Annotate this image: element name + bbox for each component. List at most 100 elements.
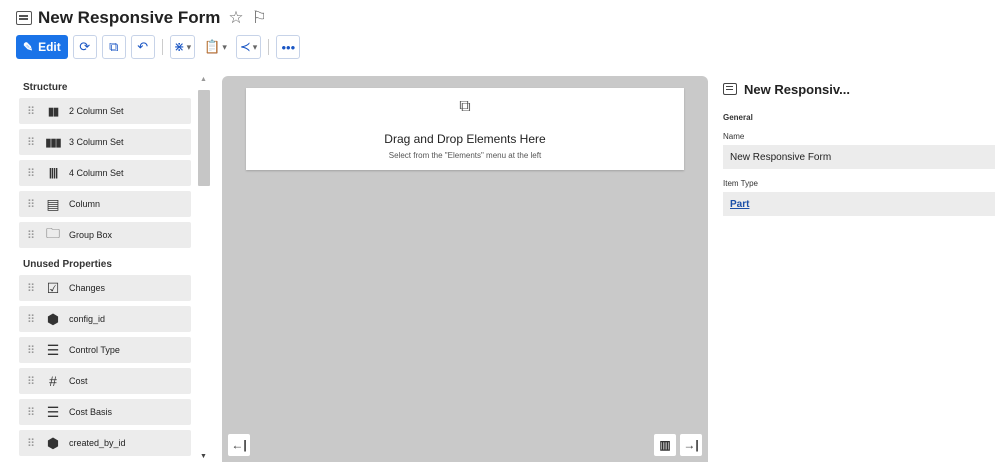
scroll-up-icon[interactable]: ▲ bbox=[200, 76, 207, 83]
folder-icon: 🗀 bbox=[46, 225, 60, 241]
element-item[interactable]: ⠿ ⬢ created_by_id bbox=[19, 430, 191, 456]
network-icon: ⋇ bbox=[173, 39, 185, 54]
column-icon: ▤ bbox=[46, 195, 60, 212]
share-dropdown[interactable]: ≺ ▾ bbox=[235, 35, 262, 59]
drag-handle-icon[interactable]: ⠿ bbox=[27, 198, 37, 211]
element-item-label: 2 Column Set bbox=[69, 106, 124, 116]
item-type-link[interactable]: Part bbox=[730, 199, 749, 210]
drag-handle-icon[interactable]: ⠿ bbox=[27, 105, 37, 118]
scroll-thumb[interactable] bbox=[198, 90, 210, 186]
list-icon: ☰ bbox=[46, 403, 60, 420]
edit-button-label: Edit bbox=[38, 40, 61, 54]
elements-panel: Structure ⠿ ▮▮ 2 Column Set ⠿ ▮▮▮ 3 Column Se… bbox=[16, 76, 214, 462]
element-item-label: Control Type bbox=[69, 345, 120, 355]
item-type-label: Item Type bbox=[723, 179, 758, 188]
chevron-down-icon: ▾ bbox=[252, 41, 258, 52]
four-column-icon: |||| bbox=[48, 167, 58, 179]
element-item[interactable]: ⠿ ▤ Column bbox=[19, 191, 191, 217]
clipboard-dropdown[interactable]: 📋 ▾ bbox=[200, 35, 231, 59]
toolbar: ✎ Edit ⟳ ⧉ ↶ ⋇ ▾ 📋 ▾ ≺ ▾ ••• bbox=[16, 34, 301, 60]
drag-handle-icon[interactable]: ⠿ bbox=[27, 406, 37, 419]
unused-properties-header: Unused Properties bbox=[23, 258, 112, 270]
toolbar-divider bbox=[161, 39, 163, 55]
element-item[interactable]: ⠿ ▮▮ 2 Column Set bbox=[19, 98, 191, 124]
flag-icon[interactable]: ⚐ bbox=[252, 8, 267, 28]
chevron-down-icon: ▾ bbox=[222, 41, 227, 52]
element-item[interactable]: ⠿ ☑ Changes bbox=[19, 275, 191, 301]
structure-dropdown[interactable]: ⋇ ▾ bbox=[169, 35, 196, 59]
element-item-label: Changes bbox=[69, 283, 106, 293]
drag-handle-icon[interactable]: ⠿ bbox=[27, 375, 37, 388]
form-icon bbox=[16, 11, 32, 25]
drop-zone-title: Drag and Drop Elements Here bbox=[384, 132, 546, 146]
two-column-icon: ▮▮ bbox=[47, 105, 59, 118]
drag-handle-icon[interactable]: ⠿ bbox=[27, 229, 37, 242]
structure-section-header: Structure bbox=[23, 81, 68, 93]
columns-icon: ▥ bbox=[659, 438, 671, 452]
refresh-button[interactable]: ⟳ bbox=[72, 35, 97, 59]
three-column-icon: ▮▮▮ bbox=[45, 136, 61, 149]
name-label: Name bbox=[723, 132, 745, 141]
drag-handle-icon[interactable]: ⠿ bbox=[27, 344, 37, 357]
star-icon[interactable]: ☆ bbox=[228, 8, 243, 28]
collapse-left-button[interactable]: ←| bbox=[228, 434, 250, 456]
element-item[interactable]: ⠿ # Cost bbox=[19, 368, 191, 394]
hexagon-icon: ⬢ bbox=[46, 310, 60, 327]
name-value: New Responsive Form bbox=[730, 151, 832, 163]
collapse-right-button[interactable]: →| bbox=[680, 434, 702, 456]
drag-handle-icon[interactable]: ⠿ bbox=[27, 136, 37, 149]
edit-button[interactable]: ✎ Edit bbox=[16, 35, 68, 59]
elements-scrollbar[interactable]: ▲ ▼ bbox=[197, 76, 211, 462]
list-icon: ☰ bbox=[46, 341, 60, 358]
chevron-down-icon: ▾ bbox=[186, 41, 192, 52]
element-item[interactable]: ⠿ ▮▮▮ 3 Column Set bbox=[19, 129, 191, 155]
element-item-label: created_by_id bbox=[69, 438, 126, 448]
share-button[interactable]: ↶ bbox=[130, 35, 155, 59]
more-button[interactable]: ••• bbox=[276, 35, 301, 59]
hexagon-icon: ⬢ bbox=[46, 434, 60, 451]
element-item[interactable]: ⠿ ⬢ config_id bbox=[19, 306, 191, 332]
element-item-label: Cost bbox=[69, 376, 88, 386]
arrow-left-bar-icon: ←| bbox=[231, 438, 247, 452]
drag-handle-icon[interactable]: ⠿ bbox=[27, 313, 37, 326]
page-title: New Responsive Form bbox=[38, 8, 221, 27]
properties-header: New Responsiv... bbox=[723, 76, 995, 102]
general-section-header: General bbox=[723, 113, 753, 122]
layout-toggle-button[interactable]: ▥ bbox=[654, 434, 676, 456]
drag-drop-icon: ⧉ bbox=[459, 98, 471, 115]
drag-handle-icon[interactable]: ⠿ bbox=[27, 282, 37, 295]
form-canvas[interactable]: ⧉ Drag and Drop Elements Here Select fro… bbox=[222, 76, 708, 462]
share-icon: ↶ bbox=[137, 39, 149, 54]
item-type-field: Part bbox=[723, 192, 995, 216]
element-item-label: Group Box bbox=[69, 230, 113, 240]
ellipsis-icon: ••• bbox=[281, 39, 296, 55]
title-bar: New Responsive Form ☆ ⚐ bbox=[16, 6, 267, 30]
share-nodes-icon: ≺ bbox=[239, 39, 251, 54]
element-item-label: 3 Column Set bbox=[69, 137, 124, 147]
element-item[interactable]: ⠿ ☰ Control Type bbox=[19, 337, 191, 363]
element-item-label: config_id bbox=[69, 314, 106, 324]
element-item[interactable]: ⠿ ☰ Cost Basis bbox=[19, 399, 191, 425]
copy-icon: ⧉ bbox=[109, 39, 119, 54]
unused-properties-list: ⠿ ☑ Changes ⠿ ⬢ config_id ⠿ ☰ Control Type ⠿ # Cost… bbox=[16, 275, 214, 456]
element-item-label: 4 Column Set bbox=[69, 168, 124, 178]
element-item-label: Column bbox=[69, 199, 101, 209]
element-item[interactable]: ⠿ 🗀 Group Box bbox=[19, 222, 191, 248]
arrow-right-bar-icon: →| bbox=[683, 438, 699, 452]
structure-list: ⠿ ▮▮ 2 Column Set ⠿ ▮▮▮ 3 Column Set ⠿ |||| 4 Co… bbox=[16, 98, 214, 248]
pencil-icon: ✎ bbox=[23, 40, 34, 54]
element-item[interactable]: ⠿ |||| 4 Column Set bbox=[19, 160, 191, 186]
drag-handle-icon[interactable]: ⠿ bbox=[27, 167, 37, 180]
copy-button[interactable]: ⧉ bbox=[101, 35, 126, 59]
clipboard-icon: 📋 bbox=[204, 39, 221, 54]
checkbox-icon: ☑ bbox=[46, 279, 60, 296]
drop-zone-subtitle: Select from the "Elements" menu at the l… bbox=[388, 151, 542, 160]
toolbar-divider bbox=[268, 39, 270, 55]
element-item-label: Cost Basis bbox=[69, 407, 113, 417]
name-field[interactable]: New Responsive Form bbox=[723, 145, 995, 169]
form-icon bbox=[723, 83, 737, 95]
properties-title: New Responsiv... bbox=[744, 81, 850, 97]
drag-handle-icon[interactable]: ⠿ bbox=[27, 437, 37, 450]
drop-zone[interactable]: ⧉ Drag and Drop Elements Here Select fro… bbox=[246, 88, 684, 170]
scroll-down-icon[interactable]: ▼ bbox=[200, 453, 207, 460]
